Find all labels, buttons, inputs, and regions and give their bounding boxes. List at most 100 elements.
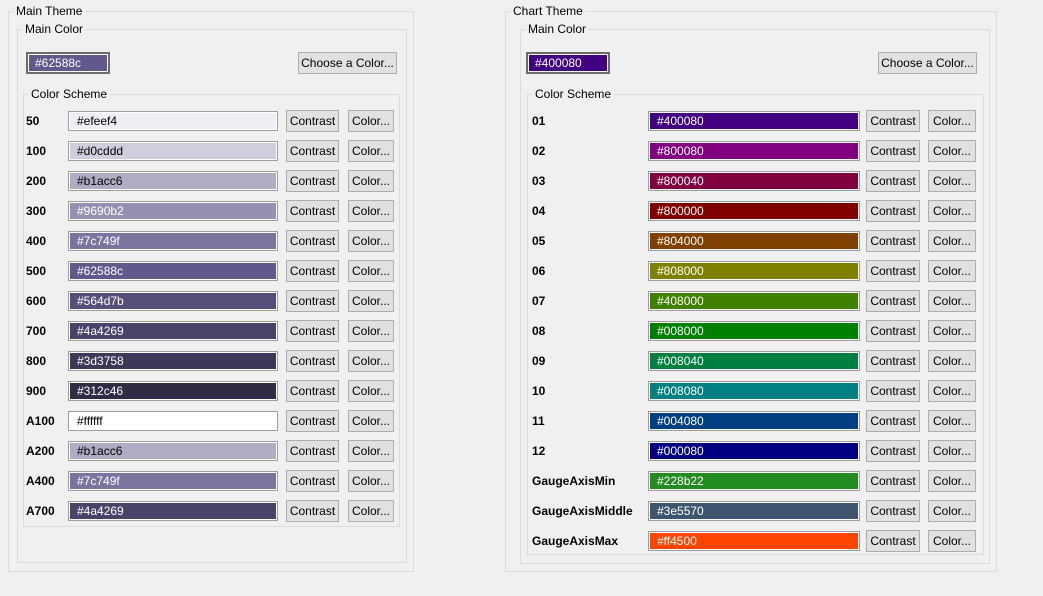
contrast-button[interactable]: Contrast bbox=[286, 260, 339, 282]
color-button[interactable]: Color... bbox=[348, 170, 394, 192]
scheme-key-label: GaugeAxisMin bbox=[532, 474, 648, 488]
color-button[interactable]: Color... bbox=[348, 350, 394, 372]
color-hex-field[interactable]: #efeef4 bbox=[68, 111, 278, 131]
contrast-button[interactable]: Contrast bbox=[286, 290, 339, 312]
scheme-key-label: 500 bbox=[26, 264, 68, 278]
color-button[interactable]: Color... bbox=[928, 470, 976, 492]
contrast-button[interactable]: Contrast bbox=[866, 440, 920, 462]
color-hex-field[interactable]: #7c749f bbox=[68, 231, 278, 251]
color-button[interactable]: Color... bbox=[348, 110, 394, 132]
color-button[interactable]: Color... bbox=[348, 320, 394, 342]
contrast-button[interactable]: Contrast bbox=[866, 170, 920, 192]
contrast-button[interactable]: Contrast bbox=[866, 410, 920, 432]
color-scheme-row: 300#9690b2ContrastColor... bbox=[24, 201, 399, 221]
color-button[interactable]: Color... bbox=[928, 290, 976, 312]
scheme-key-label: 50 bbox=[26, 114, 68, 128]
color-hex-field[interactable]: #008040 bbox=[648, 351, 860, 371]
color-button[interactable]: Color... bbox=[928, 140, 976, 162]
color-button[interactable]: Color... bbox=[928, 260, 976, 282]
contrast-button[interactable]: Contrast bbox=[866, 320, 920, 342]
color-button[interactable]: Color... bbox=[928, 350, 976, 372]
color-button[interactable]: Color... bbox=[348, 140, 394, 162]
color-button[interactable]: Color... bbox=[348, 410, 394, 432]
color-hex-field[interactable]: #004080 bbox=[648, 411, 860, 431]
color-button[interactable]: Color... bbox=[928, 500, 976, 522]
main-color-swatch-field[interactable]: #400080 bbox=[526, 52, 610, 74]
contrast-button[interactable]: Contrast bbox=[286, 230, 339, 252]
color-hex-field[interactable]: #b1acc6 bbox=[68, 441, 278, 461]
color-button[interactable]: Color... bbox=[928, 410, 976, 432]
color-scheme-row: A200#b1acc6ContrastColor... bbox=[24, 441, 399, 461]
scheme-key-label: 800 bbox=[26, 354, 68, 368]
contrast-button[interactable]: Contrast bbox=[286, 140, 339, 162]
contrast-button[interactable]: Contrast bbox=[866, 200, 920, 222]
color-button[interactable]: Color... bbox=[348, 440, 394, 462]
color-hex-field[interactable]: #228b22 bbox=[648, 471, 860, 491]
color-hex-field[interactable]: #804000 bbox=[648, 231, 860, 251]
main-color-swatch-field[interactable]: #62588c bbox=[26, 52, 110, 74]
color-button[interactable]: Color... bbox=[928, 440, 976, 462]
contrast-button[interactable]: Contrast bbox=[286, 170, 339, 192]
color-button[interactable]: Color... bbox=[348, 230, 394, 252]
color-hex-field[interactable]: #62588c bbox=[68, 261, 278, 281]
contrast-button[interactable]: Contrast bbox=[286, 350, 339, 372]
contrast-button[interactable]: Contrast bbox=[286, 200, 339, 222]
color-hex-field[interactable]: #400080 bbox=[648, 111, 860, 131]
color-scheme-row: 01#400080ContrastColor... bbox=[528, 111, 983, 131]
color-button[interactable]: Color... bbox=[928, 110, 976, 132]
contrast-button[interactable]: Contrast bbox=[866, 260, 920, 282]
color-hex-field[interactable]: #ff4500 bbox=[648, 531, 860, 551]
color-hex-field[interactable]: #800000 bbox=[648, 201, 860, 221]
color-hex-field[interactable]: #564d7b bbox=[68, 291, 278, 311]
color-hex-field[interactable]: #800080 bbox=[648, 141, 860, 161]
contrast-button[interactable]: Contrast bbox=[286, 410, 339, 432]
contrast-button[interactable]: Contrast bbox=[866, 140, 920, 162]
contrast-button[interactable]: Contrast bbox=[866, 530, 920, 552]
color-hex-field[interactable]: #008080 bbox=[648, 381, 860, 401]
color-hex-field[interactable]: #000080 bbox=[648, 441, 860, 461]
contrast-button[interactable]: Contrast bbox=[866, 230, 920, 252]
color-button[interactable]: Color... bbox=[348, 290, 394, 312]
contrast-button[interactable]: Contrast bbox=[286, 380, 339, 402]
color-button[interactable]: Color... bbox=[928, 320, 976, 342]
color-button[interactable]: Color... bbox=[348, 380, 394, 402]
color-hex-field[interactable]: #b1acc6 bbox=[68, 171, 278, 191]
choose-color-button[interactable]: Choose a Color... bbox=[298, 52, 397, 74]
scheme-key-label: 07 bbox=[532, 294, 648, 308]
color-button[interactable]: Color... bbox=[348, 200, 394, 222]
contrast-button[interactable]: Contrast bbox=[866, 110, 920, 132]
color-hex-field[interactable]: #ffffff bbox=[68, 411, 278, 431]
contrast-button[interactable]: Contrast bbox=[286, 440, 339, 462]
color-hex-field[interactable]: #9690b2 bbox=[68, 201, 278, 221]
color-hex-field[interactable]: #3e5570 bbox=[648, 501, 860, 521]
color-button[interactable]: Color... bbox=[928, 230, 976, 252]
contrast-button[interactable]: Contrast bbox=[866, 290, 920, 312]
contrast-button[interactable]: Contrast bbox=[866, 380, 920, 402]
color-hex-field[interactable]: #008000 bbox=[648, 321, 860, 341]
color-hex-field[interactable]: #4a4269 bbox=[68, 501, 278, 521]
choose-color-button[interactable]: Choose a Color... bbox=[878, 52, 977, 74]
contrast-button[interactable]: Contrast bbox=[866, 470, 920, 492]
color-button[interactable]: Color... bbox=[348, 470, 394, 492]
color-hex-field[interactable]: #4a4269 bbox=[68, 321, 278, 341]
color-hex-field[interactable]: #d0cddd bbox=[68, 141, 278, 161]
color-hex-field[interactable]: #3d3758 bbox=[68, 351, 278, 371]
color-button[interactable]: Color... bbox=[928, 170, 976, 192]
color-button[interactable]: Color... bbox=[348, 260, 394, 282]
color-hex-field[interactable]: #408000 bbox=[648, 291, 860, 311]
contrast-button[interactable]: Contrast bbox=[286, 470, 339, 492]
color-hex-field[interactable]: #800040 bbox=[648, 171, 860, 191]
color-button[interactable]: Color... bbox=[348, 500, 394, 522]
color-hex-field[interactable]: #312c46 bbox=[68, 381, 278, 401]
color-button[interactable]: Color... bbox=[928, 530, 976, 552]
color-hex-field[interactable]: #7c749f bbox=[68, 471, 278, 491]
contrast-button[interactable]: Contrast bbox=[286, 110, 339, 132]
color-scheme-row: 600#564d7bContrastColor... bbox=[24, 291, 399, 311]
contrast-button[interactable]: Contrast bbox=[286, 500, 339, 522]
color-button[interactable]: Color... bbox=[928, 380, 976, 402]
color-hex-field[interactable]: #808000 bbox=[648, 261, 860, 281]
color-button[interactable]: Color... bbox=[928, 200, 976, 222]
contrast-button[interactable]: Contrast bbox=[286, 320, 339, 342]
contrast-button[interactable]: Contrast bbox=[866, 350, 920, 372]
contrast-button[interactable]: Contrast bbox=[866, 500, 920, 522]
